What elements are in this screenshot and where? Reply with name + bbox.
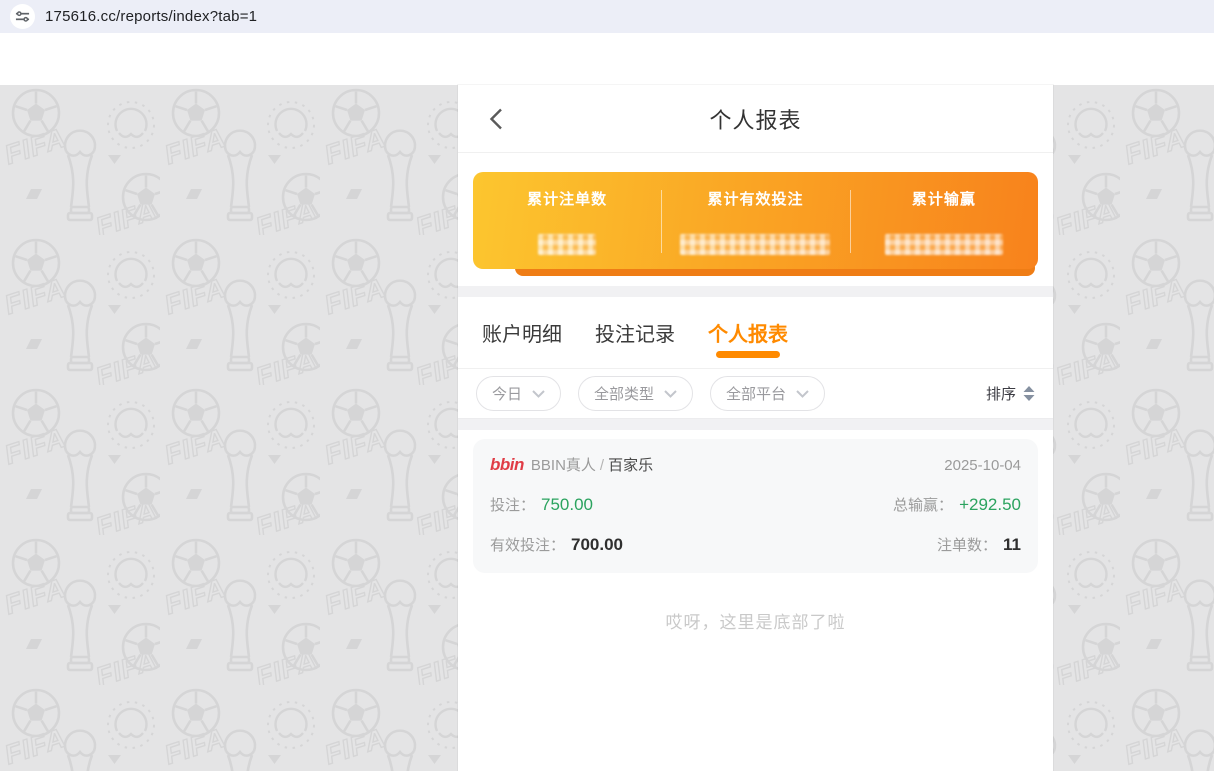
bet-value: 750.00 [541,495,593,515]
browser-address-bar[interactable]: 175616.cc/reports/index?tab=1 [0,0,1214,33]
app-header: 个人报表 [458,85,1053,153]
section-divider [458,419,1053,430]
censored-value [538,234,596,255]
filter-bar: 今日 全部类型 全部平台 排序 [458,369,1053,419]
chevron-down-icon [664,390,677,398]
tab-bet-records[interactable]: 投注记录 [595,297,675,368]
filter-date-dropdown[interactable]: 今日 [476,376,561,411]
report-card-row-valid: 有效投注： 700.00 注单数： 11 [490,534,1021,555]
provider-name: BBIN真人 [531,454,596,475]
browser-profile-icon[interactable] [10,4,35,29]
winloss-value: +292.50 [959,495,1021,515]
report-date: 2025-10-04 [944,457,1021,474]
censored-value [680,234,830,255]
tab-personal-report[interactable]: 个人报表 [708,297,788,368]
browser-toolbar-band [0,33,1214,85]
stat-total-orders: 累计注单数 [473,188,661,255]
sort-button[interactable]: 排序 [986,383,1035,404]
sort-label: 排序 [986,383,1016,404]
filter-date-label: 今日 [492,383,522,404]
valid-bet-label: 有效投注： [490,534,565,555]
summary-stats-card: 累计注单数 累计有效投注 累计输赢 [473,172,1038,269]
bbin-logo: bbin [490,455,524,475]
stat-winloss: 累计输赢 [850,188,1038,255]
page-title: 个人报表 [709,103,801,135]
stat-valid-bets: 累计有效投注 [661,188,849,255]
winloss-label: 总输赢： [893,494,953,515]
filter-type-label: 全部类型 [594,383,654,404]
chevron-down-icon [796,390,809,398]
sort-icon [1023,386,1035,401]
active-tab-underline [716,351,780,358]
bet-label: 投注： [490,494,535,515]
tab-label: 个人报表 [708,318,788,347]
report-card[interactable]: bbin BBIN真人 / 百家乐 2025-10-04 投注： 750.00 … [473,439,1038,573]
report-list: bbin BBIN真人 / 百家乐 2025-10-04 投注： 750.00 … [458,430,1053,633]
section-divider [458,286,1053,297]
summary-stats-wrap: 累计注单数 累计有效投注 累计输赢 [473,172,1038,269]
list-end-text: 哎呀，这里是底部了啦 [458,608,1053,633]
stat-label: 累计有效投注 [707,188,803,209]
provider-game-separator: / [600,457,604,474]
tab-account-details[interactable]: 账户明细 [482,297,562,368]
back-chevron-icon [489,108,503,130]
game-name: 百家乐 [608,454,653,475]
order-count-value: 11 [1003,535,1021,555]
tabs-bar: 账户明细 投注记录 个人报表 [458,297,1053,369]
chevron-down-icon [532,390,545,398]
report-card-row-bet: 投注： 750.00 总输赢： +292.50 [490,494,1021,515]
order-count-label: 注单数： [937,534,997,555]
report-card-header-row: bbin BBIN真人 / 百家乐 2025-10-04 [490,454,1021,475]
valid-bet-value: 700.00 [571,535,623,555]
back-button[interactable] [484,107,508,131]
stat-label: 累计注单数 [527,188,607,209]
app-content-column: 个人报表 累计注单数 累计有效投注 累计输赢 账户明细 投注记录 个人报表 [458,85,1053,771]
filter-type-dropdown[interactable]: 全部类型 [578,376,693,411]
censored-value [885,234,1003,255]
filter-platform-dropdown[interactable]: 全部平台 [710,376,825,411]
url-text[interactable]: 175616.cc/reports/index?tab=1 [45,8,257,25]
filter-platform-label: 全部平台 [726,383,786,404]
stat-label: 累计输赢 [912,188,976,209]
